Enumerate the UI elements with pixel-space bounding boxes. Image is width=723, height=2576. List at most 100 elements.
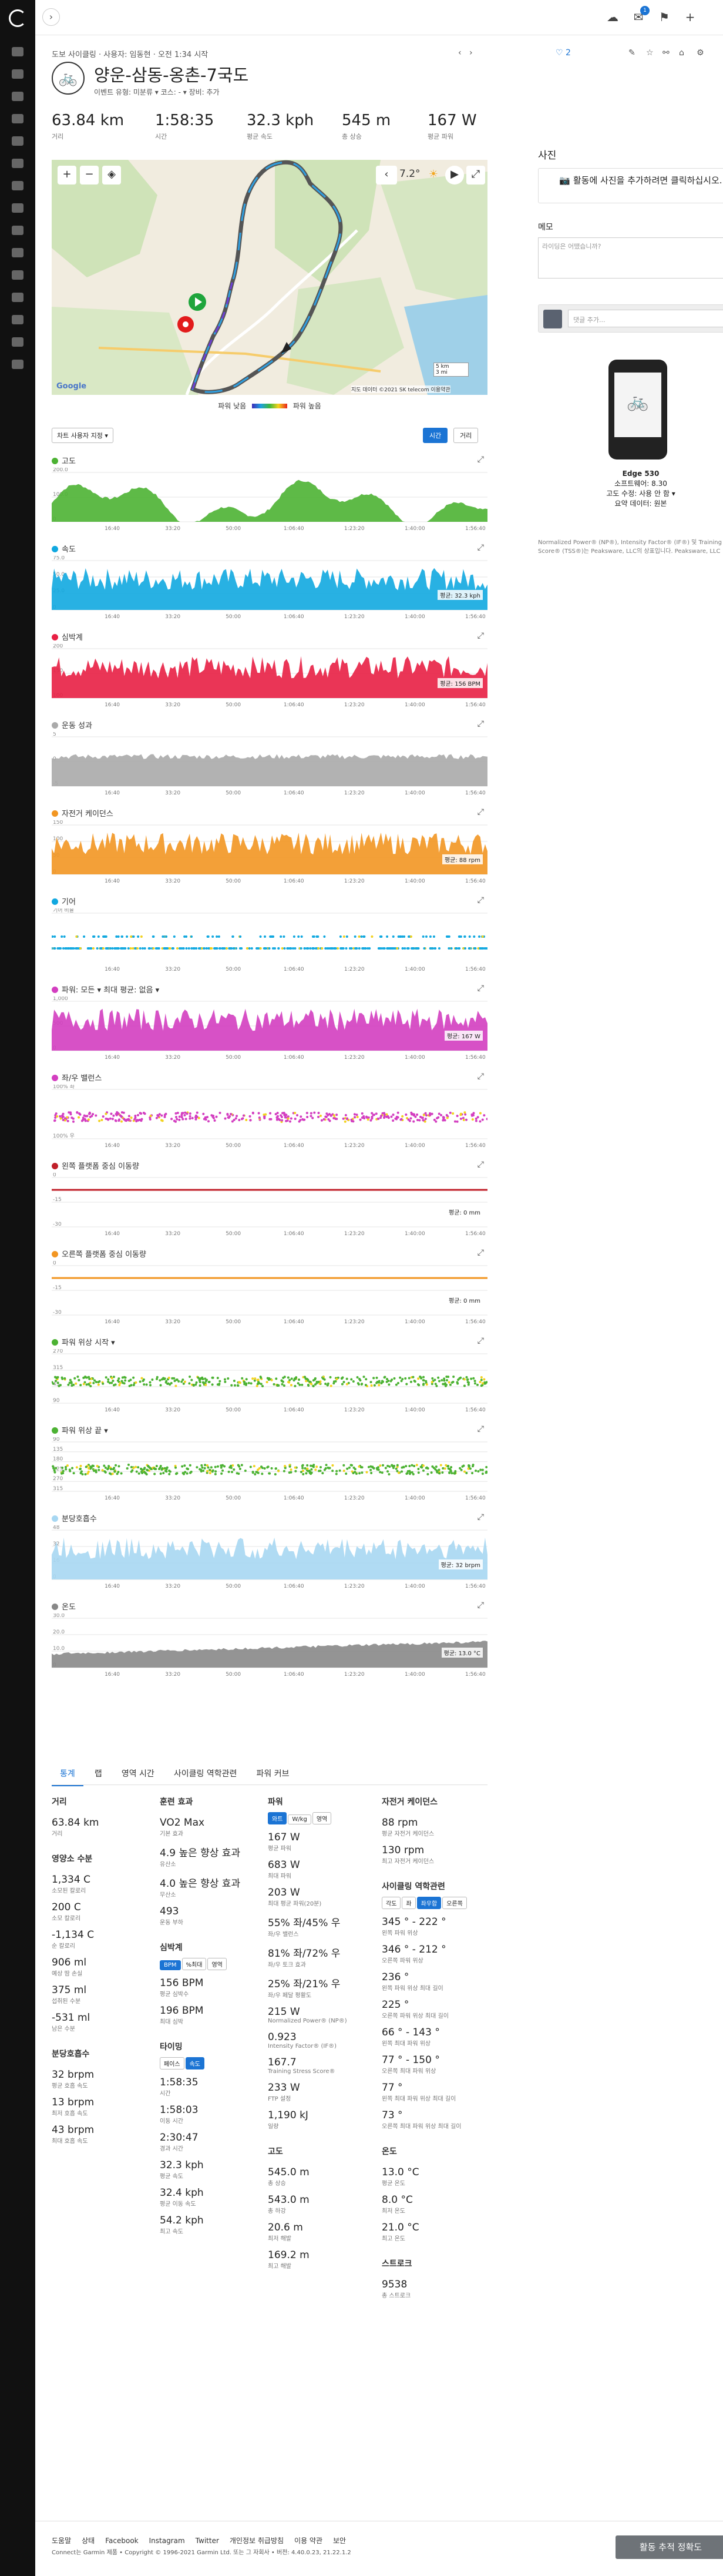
expand-chart-icon[interactable]: ⤢ xyxy=(477,984,484,993)
courses-icon[interactable] xyxy=(12,136,23,146)
chart-plot[interactable]: 270315459016:40 33:20 50:00 1:06:40 1:23:20 1… xyxy=(52,1349,487,1414)
add-icon[interactable]: + xyxy=(681,8,699,26)
unit-pill[interactable]: 속도 xyxy=(185,2057,205,2069)
unit-pill[interactable]: 각도 xyxy=(382,1897,401,1909)
cloud-sync-icon[interactable]: ☁ xyxy=(604,8,621,26)
tab-dynamics[interactable]: 사이클링 역학관련 xyxy=(166,1762,246,1785)
footer-link[interactable]: 개인정보 취급방침 xyxy=(230,2537,284,2545)
chart-plot[interactable]: 15010050016:4033:2050:001:06:401:23:201:… xyxy=(52,820,487,885)
edit-icon[interactable]: ✎ xyxy=(628,48,635,58)
footer-link[interactable]: Facebook xyxy=(105,2537,138,2545)
inbox-icon[interactable]: ✉ 1 xyxy=(630,6,650,26)
footer-link[interactable]: 보안 xyxy=(333,2537,346,2545)
activity-accuracy-button[interactable]: 활동 추적 정확도 xyxy=(616,2535,723,2559)
chart-plot[interactable]: 30.020.010.0016:4033:2050:001:06:401:23:… xyxy=(52,1614,487,1678)
settings-icon[interactable] xyxy=(12,360,23,369)
layers-icon[interactable]: ◈ xyxy=(102,166,121,185)
chart-plot[interactable]: 483216016:4033:2050:001:06:401:23:201:40… xyxy=(52,1525,487,1590)
expand-chart-icon[interactable]: ⤢ xyxy=(477,1072,484,1081)
play-icon[interactable]: ▶ xyxy=(445,166,464,185)
reports-icon[interactable] xyxy=(12,114,23,123)
unit-pill[interactable]: 좌 xyxy=(402,1897,416,1909)
page-title[interactable]: 양운-삼동-옹촌-7국도 xyxy=(94,62,248,86)
gear-icon[interactable]: ⚙ xyxy=(697,48,704,58)
calendar-icon[interactable] xyxy=(12,92,23,101)
route-map[interactable]: + − ◈ ‹ 7.2° ☀ ▶ ⤢ 5 km 3 mi Google 지도 데이… xyxy=(52,160,487,395)
notes-input[interactable]: 라이딩은 어땠습니까? xyxy=(538,237,723,279)
like-icon[interactable]: ♡ 2 xyxy=(556,48,571,58)
expand-nav-button[interactable]: › xyxy=(42,8,60,26)
activities-icon[interactable] xyxy=(12,69,23,79)
prev-map-icon[interactable]: ‹ xyxy=(376,166,397,185)
customize-charts-select[interactable]: 차트 사용자 지정 ▾ xyxy=(52,428,113,443)
add-photo-button[interactable]: 📷 활동에 사진을 추가하려면 클릭하십시오. xyxy=(538,168,723,203)
data-point xyxy=(149,1115,152,1118)
health-icon[interactable] xyxy=(12,159,23,168)
chart-plot[interactable]: 200.0100.0016:4033:2050:001:06:401:23:20… xyxy=(52,468,487,532)
expand-chart-icon[interactable]: ⤢ xyxy=(477,1160,484,1169)
distance-toggle[interactable]: 거리 xyxy=(453,428,479,443)
footer-link[interactable]: 이용 약관 xyxy=(294,2537,322,2545)
time-toggle[interactable]: 시간 xyxy=(423,428,448,443)
unit-pill[interactable]: 영역 xyxy=(207,1958,227,1970)
dashboard-icon[interactable] xyxy=(12,47,23,56)
connections-icon[interactable] xyxy=(12,337,23,347)
chart-plot[interactable]: 1,000500016:4033:2050:001:06:401:23:201:… xyxy=(52,997,487,1061)
expand-chart-icon[interactable]: ⤢ xyxy=(477,631,484,640)
expand-chart-icon[interactable]: ⤢ xyxy=(477,1336,484,1346)
chart-plot[interactable]: 20015010016:4033:2050:001:06:401:23:201:… xyxy=(52,644,487,709)
badges-icon[interactable] xyxy=(12,315,23,324)
expand-chart-icon[interactable]: ⤢ xyxy=(477,1248,484,1257)
expand-chart-icon[interactable]: ⤢ xyxy=(477,807,484,817)
expand-chart-icon[interactable]: ⤢ xyxy=(477,543,484,552)
expand-chart-icon[interactable]: ⤢ xyxy=(477,895,484,905)
unit-pill[interactable]: 페이스 xyxy=(160,2057,184,2069)
stats-icon[interactable] xyxy=(12,248,23,257)
unit-pill[interactable]: 영역 xyxy=(312,1812,332,1824)
bell-icon[interactable]: ⚑ xyxy=(655,8,673,26)
unit-pill[interactable]: W/kg xyxy=(288,1814,311,1824)
expand-chart-icon[interactable]: ⤢ xyxy=(477,1512,484,1522)
garmin-logo-icon[interactable] xyxy=(9,9,26,27)
unit-pill[interactable]: 와트 xyxy=(268,1812,287,1824)
footer-link[interactable]: Twitter xyxy=(196,2537,219,2545)
insights-icon[interactable] xyxy=(12,226,23,235)
footer-link[interactable]: Instagram xyxy=(149,2537,185,2545)
zoom-out-button[interactable]: − xyxy=(80,166,99,185)
chart-plot[interactable]: 75.050.025.0016:4033:2050:001:06:401:23:… xyxy=(52,556,487,620)
prev-next-icon[interactable]: ‹ › xyxy=(458,48,473,58)
sleep-icon[interactable] xyxy=(12,203,23,213)
unit-pill[interactable]: BPM xyxy=(160,1960,181,1970)
expand-chart-icon[interactable]: ⤢ xyxy=(477,1424,484,1434)
expand-chart-icon[interactable]: ⤢ xyxy=(477,1601,484,1610)
unit-pill[interactable]: 오른쪽 xyxy=(442,1897,467,1909)
tab-stats[interactable]: 통계 xyxy=(52,1762,83,1786)
activity-meta[interactable]: 이벤트 유형: 미분류 ▾ 코스: - ▾ 장비: 추가 xyxy=(94,87,220,97)
stress-icon[interactable] xyxy=(12,181,23,190)
star-icon[interactable]: ☆ xyxy=(646,48,654,58)
lock-icon[interactable]: ⌂ xyxy=(679,48,684,58)
tab-power-curve[interactable]: 파워 커브 xyxy=(248,1762,298,1785)
chart-plot[interactable]: 50-516:4033:2050:001:06:401:23:201:40:00… xyxy=(52,732,487,797)
comment-input[interactable]: 댓글 추가... xyxy=(568,310,723,327)
footer-link[interactable]: 도움말 xyxy=(52,2537,71,2545)
share-icon[interactable]: ⚯ xyxy=(663,48,670,58)
unit-pill[interactable]: %최대 xyxy=(181,1958,207,1970)
training-icon[interactable] xyxy=(12,270,23,280)
data-point xyxy=(210,1466,213,1469)
unit-pill[interactable]: 좌우합 xyxy=(416,1897,442,1909)
devices-icon[interactable] xyxy=(12,293,23,302)
chart-plot[interactable]: 100% 좌 100% 우 16:40 33:20 50:00 1:06:40 1:23:2… xyxy=(52,1085,487,1149)
fullscreen-icon[interactable]: ⤢ xyxy=(466,166,485,185)
chart-plot[interactable]: 0 -15 -30 16:40 33:20 50:00 1:06:40 1:23:20 1:40… xyxy=(52,1261,487,1326)
chart-plot[interactable]: 기어 비율 16:40 33:20 50:00 1:06:40 1:23:20 1:40:0… xyxy=(52,908,487,973)
chart-plot[interactable]: 9013518022527031516:40 33:20 50:00 1:06:40 1… xyxy=(52,1437,487,1502)
expand-chart-icon[interactable]: ⤢ xyxy=(477,455,484,464)
zoom-in-button[interactable]: + xyxy=(58,166,76,185)
tab-zones[interactable]: 영역 시간 xyxy=(113,1762,163,1785)
expand-chart-icon[interactable]: ⤢ xyxy=(477,719,484,729)
chart-plot[interactable]: 0 -15 -30 16:40 33:20 50:00 1:06:40 1:23:20 1:40… xyxy=(52,1173,487,1237)
data-point xyxy=(159,1466,162,1469)
tab-laps[interactable]: 랩 xyxy=(86,1762,110,1785)
footer-link[interactable]: 상태 xyxy=(82,2537,95,2545)
